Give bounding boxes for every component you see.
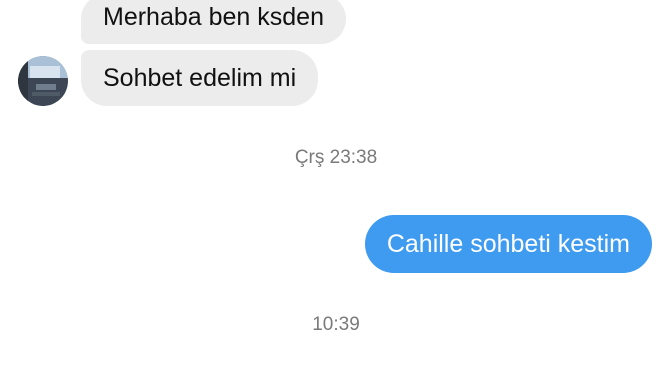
chat-thread: Merhaba ben ksden Sohbet edelim mi Çrş 2…	[0, 0, 672, 378]
message-timestamp: 10:39	[312, 314, 360, 335]
message-timestamp: Çrş 23:38	[294, 147, 378, 168]
incoming-message-bubble[interactable]: Merhaba ben ksden	[81, 0, 346, 44]
outgoing-message-bubble[interactable]: Cahille sohbeti kestim	[364, 215, 652, 273]
incoming-message-bubble[interactable]: Sohbet edelim mi	[81, 50, 319, 106]
contact-avatar-icon[interactable]	[18, 56, 68, 106]
avatar-image	[18, 56, 68, 106]
